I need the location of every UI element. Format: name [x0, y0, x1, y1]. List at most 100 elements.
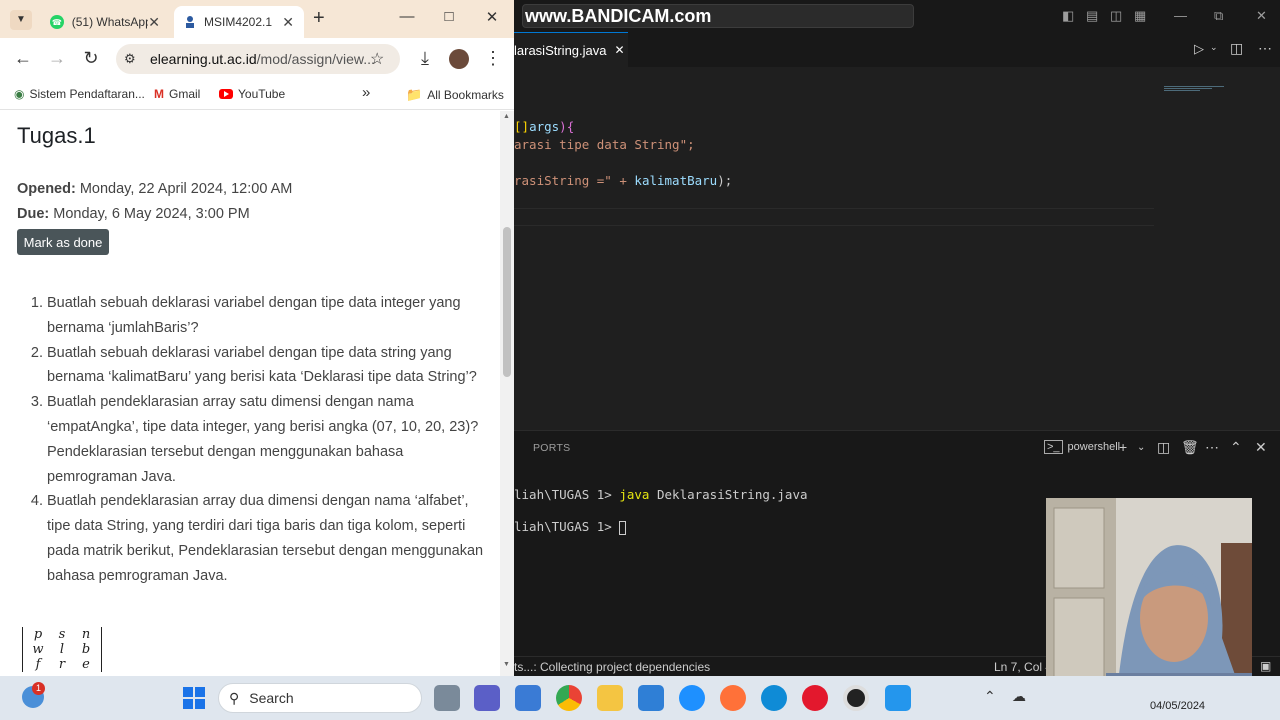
- edge-icon[interactable]: [761, 685, 787, 711]
- list-item: Buatlah sebuah deklarasi variabel dengan…: [47, 341, 487, 391]
- code-line: arasi tipe data String";: [514, 137, 695, 152]
- new-tab-button[interactable]: +: [313, 7, 325, 30]
- tab-close-icon[interactable]: ✕: [282, 14, 294, 31]
- minimize-icon[interactable]: —: [392, 8, 422, 25]
- terminal-line: liah\TUGAS 1>: [514, 511, 808, 543]
- terminal-output[interactable]: liah\TUGAS 1> java DeklarasiString.java l…: [514, 479, 808, 543]
- tab-whatsapp[interactable]: ☎ (51) WhatsApp ✕: [40, 6, 170, 38]
- store-icon[interactable]: [515, 685, 541, 711]
- split-terminal-icon[interactable]: ◫: [1157, 439, 1170, 456]
- chrome-icon[interactable]: [556, 685, 582, 711]
- layout-sidebar-icon[interactable]: ◧: [1062, 8, 1074, 24]
- page-scrollbar[interactable]: ▲ ▼: [500, 111, 514, 676]
- bookmarks-overflow-icon[interactable]: »: [362, 84, 370, 101]
- tab-ports[interactable]: PORTS: [533, 442, 570, 454]
- more-actions-icon[interactable]: ⋯: [1258, 40, 1272, 57]
- start-icon[interactable]: [182, 686, 206, 710]
- teams-icon[interactable]: [474, 685, 500, 711]
- url-path: /mod/assign/view...: [256, 51, 375, 67]
- cursor-position[interactable]: Ln 7, Col 4: [994, 660, 1052, 674]
- bookmark-label: Gmail: [169, 87, 201, 101]
- forward-icon[interactable]: →: [46, 48, 68, 69]
- list-item: Buatlah pendeklarasian array dua dimensi…: [47, 489, 487, 588]
- layout-secondary-icon[interactable]: ◫: [1110, 8, 1122, 24]
- maximize-panel-icon[interactable]: ⌃: [1230, 439, 1242, 456]
- customize-layout-icon[interactable]: ▦: [1134, 8, 1146, 24]
- code-token: args: [529, 119, 560, 134]
- bookmark-star-icon[interactable]: ☆: [370, 49, 384, 69]
- bookmark-sistem[interactable]: ◉ Sistem Pendaftaran...: [14, 87, 145, 101]
- vscode-titlebar: www.BANDICAM.com ◧ ▤ ◫ ▦ — ⧉ ✕: [514, 0, 1280, 32]
- menu-icon[interactable]: ⋮: [482, 48, 504, 69]
- trash-icon[interactable]: 🗑: [1181, 439, 1199, 456]
- terminal-command: java: [619, 487, 650, 502]
- add-terminal-icon[interactable]: +: [1119, 439, 1127, 455]
- scroll-down-icon[interactable]: ▼: [503, 661, 510, 668]
- file-explorer-icon[interactable]: [597, 685, 623, 711]
- task-view-icon[interactable]: [434, 685, 460, 711]
- taskbar-search[interactable]: ⚲ Search: [218, 683, 422, 713]
- editor-tabs: larasiString.java ✕ ▷ ⌄ ◫ ⋯: [514, 32, 1280, 67]
- mark-as-done-button[interactable]: Mark as done: [17, 229, 109, 255]
- matrix-cell: r: [58, 657, 66, 672]
- firefox-icon[interactable]: [720, 685, 746, 711]
- code-token: ){: [559, 119, 575, 134]
- notifications-icon[interactable]: ▣: [1260, 659, 1271, 673]
- minimap[interactable]: [1164, 86, 1224, 94]
- close-window-icon[interactable]: ✕: [477, 8, 507, 26]
- layout-panel-icon[interactable]: ▤: [1086, 8, 1098, 24]
- taskbar: 1 ⚲ Search ⌃ ☁ 04/05/2024: [0, 676, 1280, 720]
- close-panel-icon[interactable]: ✕: [1255, 439, 1267, 456]
- help-icon[interactable]: [679, 685, 705, 711]
- close-window-icon[interactable]: ✕: [1256, 8, 1267, 24]
- page-content: Tugas.1 Opened: Monday, 22 April 2024, 1…: [0, 111, 500, 676]
- download-icon[interactable]: ⤓: [414, 48, 436, 69]
- opera-icon[interactable]: [802, 685, 828, 711]
- matrix-cell: s: [58, 627, 66, 642]
- all-bookmarks[interactable]: 📁 All Bookmarks: [406, 87, 504, 103]
- split-editor-icon[interactable]: ◫: [1230, 40, 1243, 57]
- code-token: );: [717, 173, 733, 188]
- youtube-icon: [219, 89, 233, 99]
- chevron-down-icon[interactable]: ⌄: [1210, 42, 1218, 53]
- status-progress[interactable]: ts...: Collecting project dependencies: [514, 660, 710, 674]
- address-bar[interactable]: ⚙ elearning.ut.ac.id/mod/assign/view... …: [116, 44, 400, 74]
- tab-close-icon[interactable]: ✕: [148, 14, 160, 31]
- scroll-up-icon[interactable]: ▲: [503, 113, 510, 120]
- assignment-dates: Opened: Monday, 22 April 2024, 12:00 AM …: [17, 177, 292, 227]
- more-actions-icon[interactable]: ⋯: [1205, 439, 1219, 456]
- tab-deklarasistring[interactable]: larasiString.java ✕: [514, 32, 628, 67]
- reload-icon[interactable]: ↻: [80, 48, 102, 69]
- tab-label: larasiString.java: [514, 42, 607, 58]
- run-icon[interactable]: ▷: [1194, 41, 1204, 57]
- vscode-icon[interactable]: [885, 685, 911, 711]
- task-list: Buatlah sebuah deklarasi variabel dengan…: [17, 291, 487, 589]
- chevron-down-icon[interactable]: ⌄: [1137, 442, 1145, 453]
- site-info-icon[interactable]: ⚙: [124, 51, 136, 67]
- matrix-cell: n: [81, 627, 91, 642]
- terminal-name: powershell: [1067, 441, 1121, 453]
- tab-search-icon[interactable]: ▼: [10, 10, 32, 30]
- tab-msim[interactable]: MSIM4202.1 ✕: [174, 6, 304, 38]
- scrollbar-thumb[interactable]: [503, 227, 511, 377]
- due-label: Due:: [17, 206, 50, 222]
- chevron-up-icon[interactable]: ⌃: [984, 688, 996, 705]
- clock-date[interactable]: 04/05/2024: [1150, 700, 1205, 712]
- all-bookmarks-label: All Bookmarks: [427, 88, 504, 102]
- onedrive-icon[interactable]: ☁: [1012, 688, 1026, 705]
- bookmark-youtube[interactable]: YouTube: [219, 87, 285, 101]
- maximize-icon[interactable]: □: [434, 8, 464, 25]
- avatar[interactable]: [449, 49, 469, 69]
- record-icon[interactable]: [843, 685, 869, 711]
- php-icon[interactable]: [638, 685, 664, 711]
- matrix-cell: f: [35, 657, 41, 672]
- back-icon[interactable]: ←: [12, 48, 34, 69]
- bookmark-label: Sistem Pendaftaran...: [29, 87, 145, 101]
- terminal-selector[interactable]: >_ powershell: [1044, 440, 1120, 454]
- close-icon[interactable]: ✕: [615, 43, 625, 57]
- restore-icon[interactable]: ⧉: [1214, 8, 1223, 24]
- bookmark-gmail[interactable]: M Gmail: [154, 87, 200, 101]
- terminal-prompt: liah\TUGAS 1>: [514, 487, 620, 502]
- minimize-icon[interactable]: —: [1174, 8, 1187, 23]
- code-editor[interactable]: []args){arasi tipe data String"; rasiStr…: [514, 118, 732, 190]
